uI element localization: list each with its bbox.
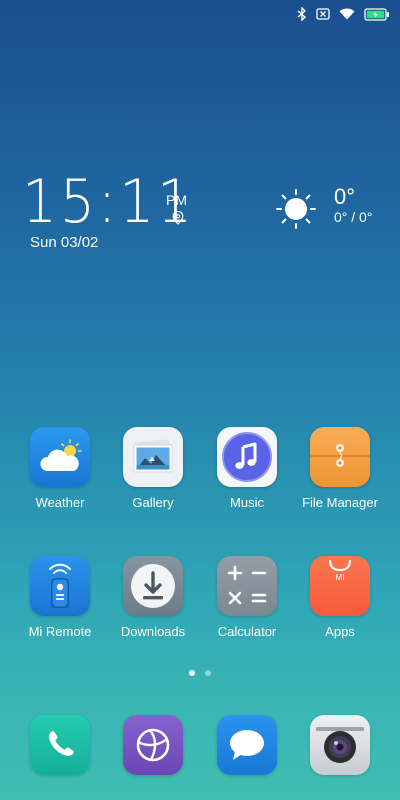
app-mi-remote[interactable]: Mi Remote [13, 556, 107, 639]
weather-app-icon [30, 427, 90, 487]
clock-date[interactable]: Sun 03/02 [30, 234, 98, 251]
svg-text:MI: MI [336, 573, 345, 582]
app-label: Gallery [132, 495, 174, 510]
dock-messaging[interactable] [200, 715, 294, 775]
app-label: Calculator [217, 624, 277, 639]
page-indicator[interactable] [0, 670, 400, 676]
mi-remote-app-icon [30, 556, 90, 616]
dock-phone[interactable] [13, 715, 107, 775]
phone-app-icon [30, 715, 90, 775]
file-manager-app-icon [310, 427, 370, 487]
page-dot-active[interactable] [189, 670, 195, 676]
app-file-manager[interactable]: File Manager [293, 427, 387, 510]
music-app-icon [217, 427, 277, 487]
app-label: Mi Remote [28, 624, 92, 639]
gallery-app-icon [123, 427, 183, 487]
app-label: Apps [325, 624, 355, 639]
clock-ampm: PM [166, 192, 187, 208]
app-gallery[interactable]: Gallery [106, 427, 200, 510]
clock-weather-widget[interactable]: 15:11 PM Sun 03/02 0° 0° / 0° [0, 0, 400, 260]
weather-temp-range: 0° / 0° [334, 209, 373, 225]
app-music[interactable]: Music [200, 427, 294, 510]
app-label: Downloads [120, 624, 186, 639]
downloads-app-icon [123, 556, 183, 616]
app-calculator[interactable]: Calculator [200, 556, 294, 639]
calculator-app-icon [217, 556, 277, 616]
dock-camera[interactable] [293, 715, 387, 775]
camera-app-icon [310, 715, 370, 775]
page-dot[interactable] [205, 670, 211, 676]
messaging-app-icon [217, 715, 277, 775]
app-label: Music [230, 495, 264, 510]
app-label: Weather [35, 495, 85, 510]
browser-app-icon [123, 715, 183, 775]
dock-browser[interactable] [106, 715, 200, 775]
app-apps-store[interactable]: MI Apps [293, 556, 387, 639]
apps-store-icon: MI [310, 556, 370, 616]
app-label: File Manager [302, 495, 378, 510]
sun-icon[interactable] [275, 188, 317, 230]
location-pin-icon [172, 211, 184, 225]
app-downloads[interactable]: Downloads [106, 556, 200, 639]
app-weather[interactable]: Weather [13, 427, 107, 510]
weather-temp: 0° [334, 184, 356, 209]
